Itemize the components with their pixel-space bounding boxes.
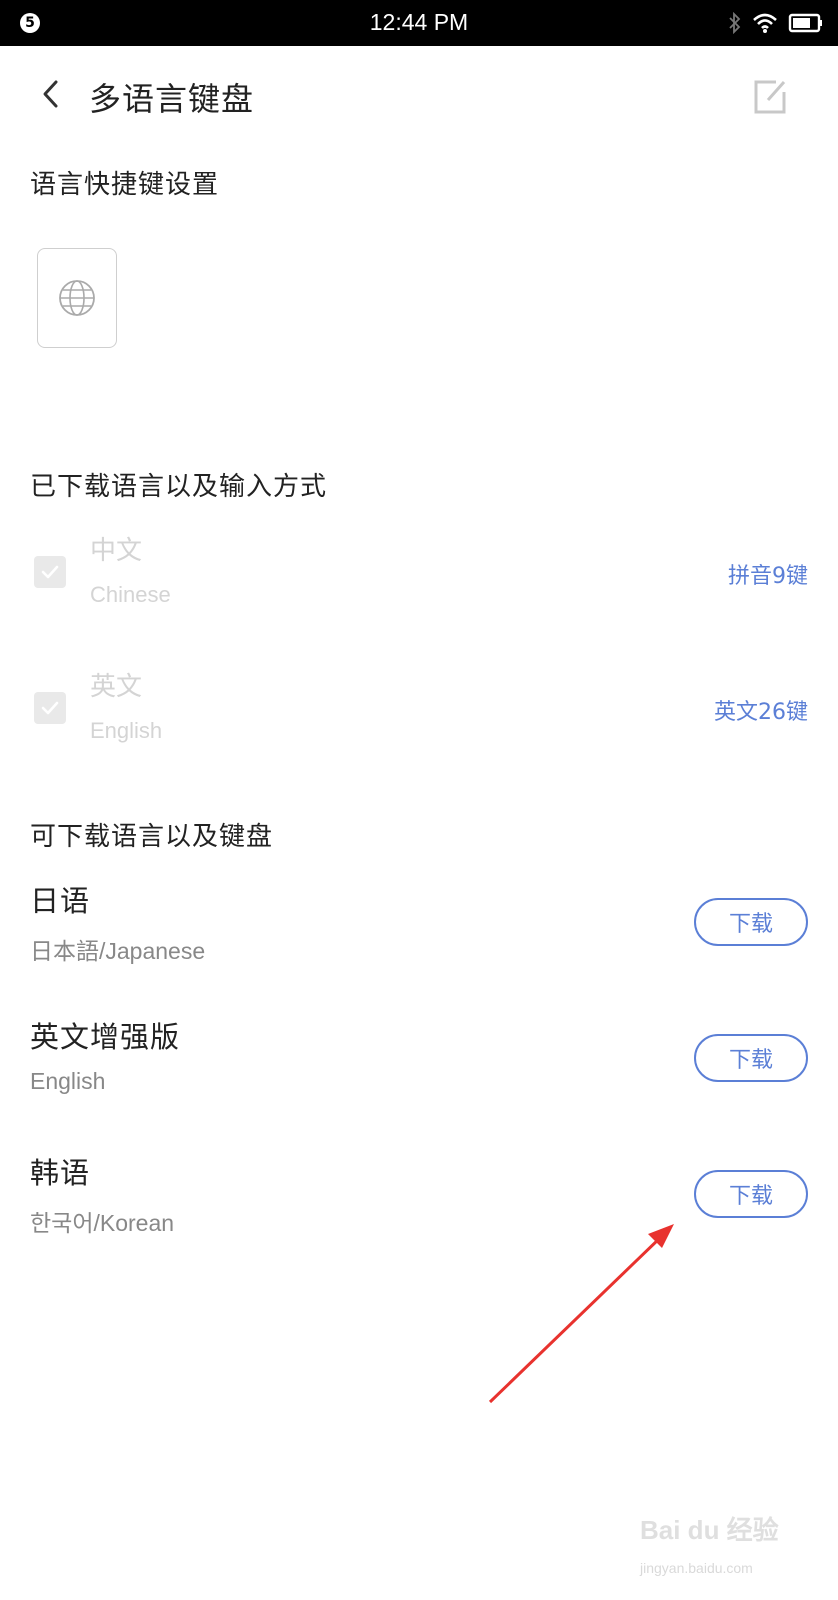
- language-name: 英文增强版: [30, 1020, 181, 1054]
- status-clock: 12:44 PM: [369, 9, 469, 35]
- language-checkbox[interactable]: [34, 692, 66, 724]
- language-name: 韩语: [30, 1156, 91, 1190]
- downloaded-section-title: 已下载语言以及输入方式: [30, 472, 328, 502]
- page-title: 多语言键盘: [89, 80, 255, 118]
- language-subtitle: 日本語/Japanese: [30, 938, 206, 964]
- language-name: 中文: [90, 536, 143, 566]
- checkmark-icon: [41, 701, 59, 715]
- language-subtitle: English: [90, 718, 163, 743]
- checkmark-icon: [41, 565, 59, 579]
- globe-shortcut-key[interactable]: [37, 248, 117, 348]
- language-subtitle: English: [30, 1068, 106, 1094]
- language-name: 日语: [30, 884, 91, 918]
- language-subtitle: Chinese: [90, 582, 171, 607]
- battery-icon: [788, 13, 822, 33]
- available-language-row: 韩语 한국어/Korean 下载: [0, 1142, 838, 1252]
- edit-icon: [754, 80, 786, 114]
- chevron-left-icon: [43, 80, 58, 108]
- globe-icon: [59, 280, 95, 316]
- download-button[interactable]: 下载: [694, 1170, 808, 1218]
- baidu-watermark: Bai du 经验 jingyan.baidu.com: [640, 1510, 820, 1585]
- available-language-row: 日语 日本語/Japanese 下载: [0, 870, 838, 980]
- edit-button[interactable]: [750, 76, 790, 116]
- language-name: 英文: [90, 672, 143, 702]
- wifi-icon: [753, 13, 777, 33]
- bluetooth-icon: [729, 12, 741, 34]
- input-method-link[interactable]: 英文26键: [714, 694, 808, 726]
- status-bar: 5 12:44 PM: [0, 0, 838, 46]
- download-button[interactable]: 下载: [694, 898, 808, 946]
- language-checkbox[interactable]: [34, 556, 66, 588]
- back-button[interactable]: [34, 74, 70, 114]
- input-method-link[interactable]: 拼音9键: [728, 558, 808, 590]
- annotation-arrow: [488, 1224, 674, 1404]
- app-bar: 多语言键盘: [0, 46, 838, 142]
- available-language-row: 英文增强版 English 下载: [0, 1006, 838, 1116]
- download-button[interactable]: 下载: [694, 1034, 808, 1082]
- downloaded-language-row[interactable]: 中文 Chinese 拼音9键: [0, 522, 838, 622]
- shortcut-section-title: 语言快捷键设置: [30, 170, 220, 200]
- watermark-brand: Bai du 经验: [640, 1515, 779, 1545]
- language-subtitle: 한국어/Korean: [30, 1210, 175, 1236]
- available-section-title: 可下载语言以及键盘: [30, 822, 274, 852]
- downloaded-language-row[interactable]: 英文 English 英文26键: [0, 658, 838, 758]
- watermark-url: jingyan.baidu.com: [640, 1560, 753, 1576]
